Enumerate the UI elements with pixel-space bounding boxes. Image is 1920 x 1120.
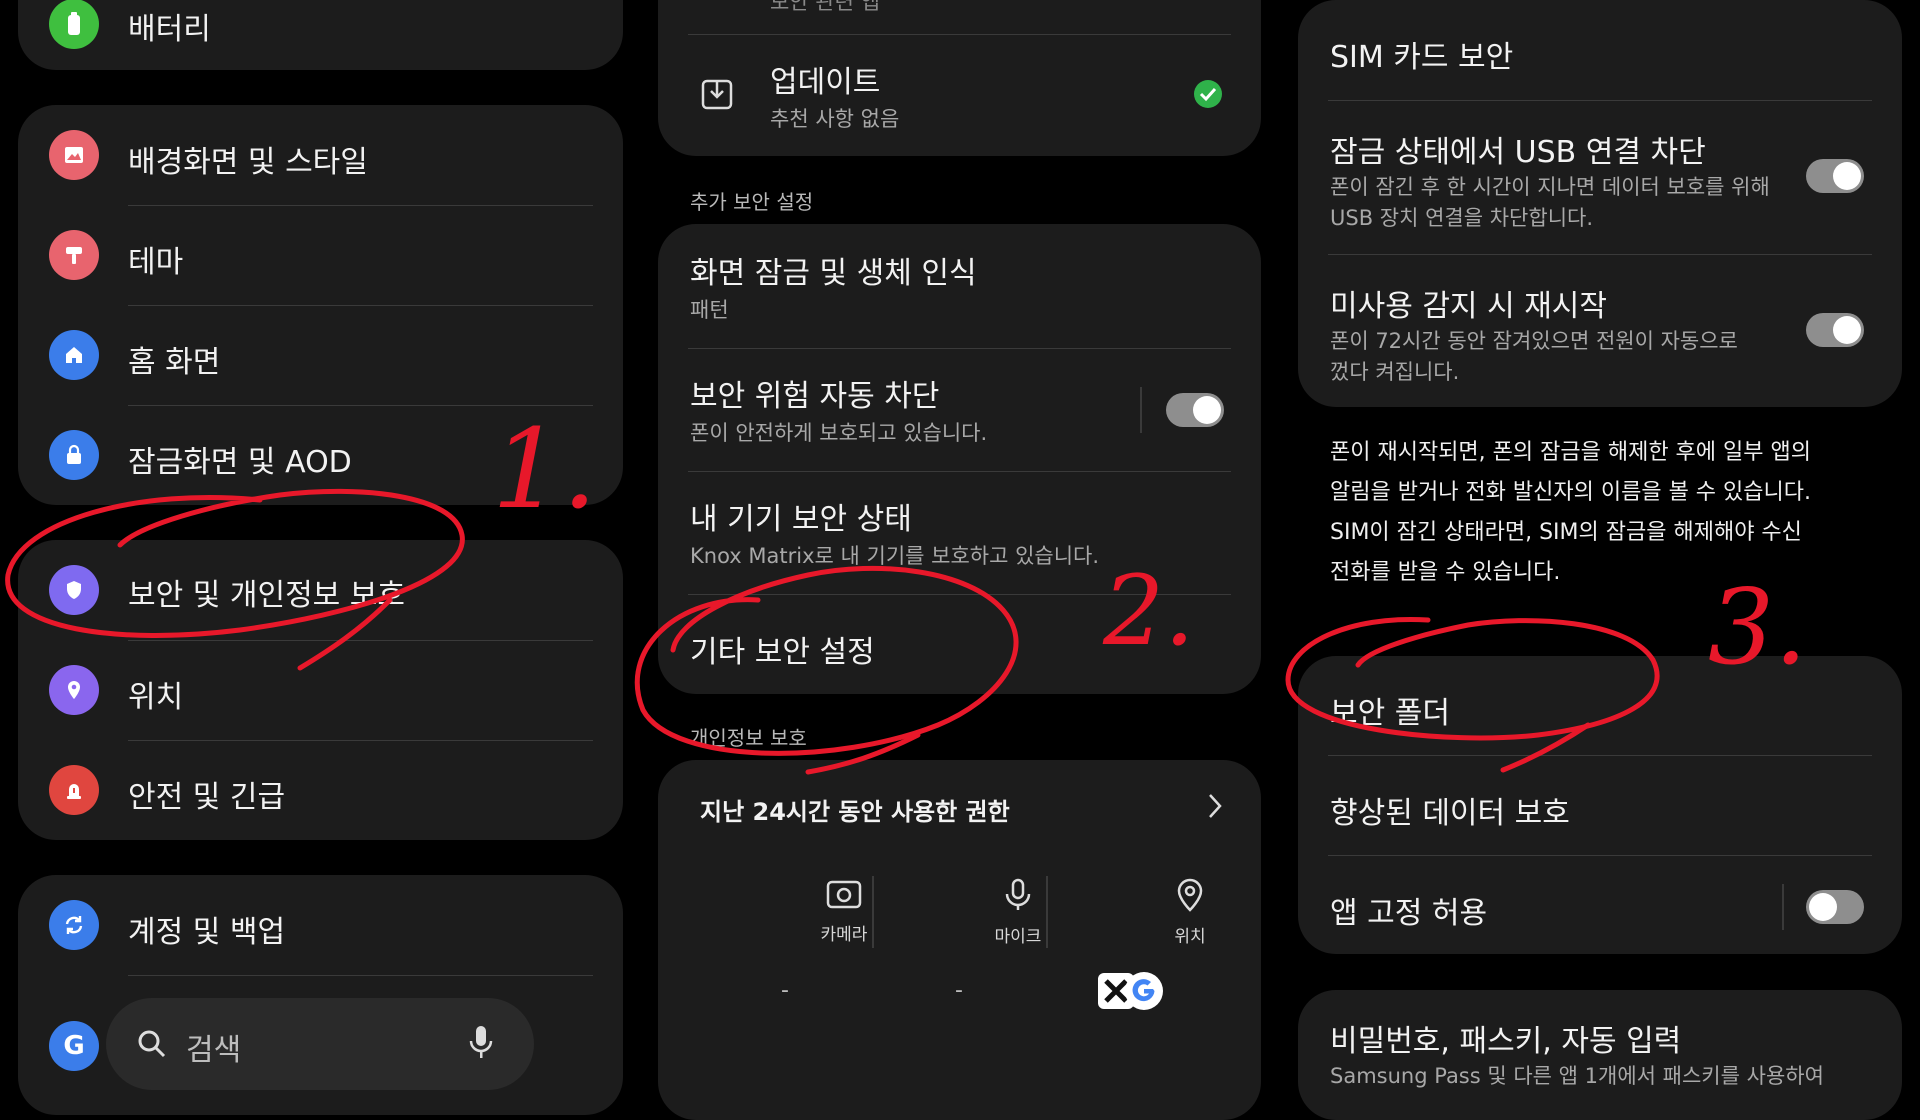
privacy-card: 지난 24시간 동안 사용한 권한 카메라 마이크 위치 - - — [658, 760, 1261, 1120]
settings-item-home-screen[interactable]: 홈 화면 — [18, 305, 623, 405]
passwords-autofill-item[interactable]: 비밀번호, 패스키, 자동 입력 Samsung Pass 및 다른 앱 1개에… — [1298, 990, 1902, 1120]
sim-card-security-item[interactable]: SIM 카드 보안 — [1298, 0, 1902, 100]
permission-microphone[interactable]: 마이크 — [958, 878, 1078, 947]
permission-camera[interactable]: 카메라 — [784, 878, 904, 945]
item-subtitle: USB 장치 연결을 차단합니다. — [1330, 206, 1594, 230]
note-line: 폰이 재시작되면, 폰의 잠금을 해제한 후에 일부 앱의 — [1330, 440, 1811, 465]
permission-location[interactable]: 위치 — [1130, 878, 1250, 947]
item-title: 잠금 상태에서 USB 연결 차단 — [1330, 135, 1706, 170]
security-top-card: 보안 관련 앱 업데이트 추천 사항 없음 — [658, 0, 1261, 156]
settings-item-wallpaper[interactable]: 배경화면 및 스타일 — [18, 105, 623, 205]
item-title: 향상된 데이터 보호 — [1330, 796, 1570, 831]
settings-item-label: 배경화면 및 스타일 — [128, 145, 368, 180]
note-line: 알림을 받거나 전화 발신자의 이름을 볼 수 있습니다. — [1330, 480, 1811, 505]
lock-icon — [49, 430, 99, 480]
settings-item-label: 홈 화면 — [128, 345, 221, 380]
item-subtitle: 껐다 켜집니다. — [1330, 360, 1460, 384]
camera-icon — [825, 880, 863, 914]
red-circle-annotation-2 — [634, 565, 1019, 775]
settings-item-label: 계정 및 백업 — [128, 915, 286, 950]
settings-item-accounts-backup[interactable]: 계정 및 백업 — [18, 875, 623, 975]
home-icon — [49, 330, 99, 380]
item-title: 내 기기 보안 상태 — [690, 502, 912, 537]
auto-blocker-item[interactable]: 보안 위험 자동 차단 폰이 안전하게 보호되고 있습니다. — [658, 349, 1261, 471]
camera-usage-value: - — [781, 978, 789, 1003]
section-title-additional: 추가 보안 설정 — [690, 190, 814, 214]
usb-block-toggle[interactable] — [1806, 159, 1864, 193]
item-title: 보안 위험 자동 차단 — [690, 379, 940, 414]
item-title: SIM 카드 보안 — [1330, 40, 1514, 75]
usb-block-item[interactable]: 잠금 상태에서 USB 연결 차단 폰이 잠긴 후 한 시간이 지나면 데이터 … — [1298, 101, 1902, 254]
red-circle-annotation-3 — [1285, 616, 1660, 773]
permission-label: 카메라 — [820, 925, 868, 945]
settings-item-theme[interactable]: 테마 — [18, 205, 623, 305]
annotation-2: 2. — [1103, 555, 1195, 667]
note-line: SIM이 잠긴 상태라면, SIM의 잠금을 해제해야 수신 — [1330, 520, 1802, 545]
middle-column: 보안 관련 앱 업데이트 추천 사항 없음 추가 보안 설정 화면 잠금 및 생… — [634, 0, 1261, 1120]
settings-group-battery: 배터리 — [18, 0, 623, 70]
check-icon — [1193, 79, 1223, 113]
microphone-usage-value: - — [955, 978, 963, 1003]
search-icon — [136, 1028, 168, 1064]
partial-item-subtitle: 보안 관련 앱 — [770, 0, 880, 14]
settings-item-safety[interactable]: 안전 및 긴급 — [18, 740, 623, 840]
item-title: 앱 고정 허용 — [1330, 896, 1488, 931]
update-subtitle: 추천 사항 없음 — [770, 107, 900, 131]
item-title: 화면 잠금 및 생체 인식 — [690, 256, 977, 291]
microphone-icon[interactable] — [468, 1024, 494, 1066]
update-title: 업데이트 — [770, 65, 881, 100]
sync-icon — [49, 900, 99, 950]
battery-icon — [49, 0, 99, 49]
item-subtitle: 폰이 잠긴 후 한 시간이 지나면 데이터 보호를 위해 — [1330, 175, 1770, 199]
theme-brush-icon — [49, 230, 99, 280]
annotation-1: 1. — [492, 405, 597, 533]
siren-icon — [49, 765, 99, 815]
google-icon[interactable]: G — [49, 1021, 99, 1071]
red-circle-annotation-1 — [5, 488, 465, 671]
sim-usb-card: SIM 카드 보안 잠금 상태에서 USB 연결 차단 폰이 잠긴 후 한 시간… — [1298, 0, 1902, 407]
item-subtitle: 폰이 72시간 동안 잠겨있으면 전원이 자동으로 — [1330, 329, 1738, 353]
settings-item-label: 테마 — [128, 245, 184, 280]
permission-label: 위치 — [1174, 927, 1206, 947]
app-pinning-toggle[interactable] — [1806, 890, 1864, 924]
microphone-icon — [1003, 878, 1033, 916]
right-column: SIM 카드 보안 잠금 상태에서 USB 연결 차단 폰이 잠긴 후 한 시간… — [1285, 0, 1902, 1120]
permissions-header-label: 지난 24시간 동안 사용한 권한 — [700, 798, 1010, 826]
item-subtitle: 폰이 안전하게 보호되고 있습니다. — [690, 421, 988, 445]
annotation-3: 3. — [1708, 566, 1808, 688]
permission-label: 마이크 — [994, 927, 1042, 947]
update-item[interactable]: 업데이트 추천 사항 없음 — [658, 35, 1261, 155]
app-pinning-item[interactable]: 앱 고정 허용 — [1298, 856, 1902, 954]
settings-item-battery[interactable]: 배터리 — [18, 0, 623, 70]
item-title: 비밀번호, 패스키, 자동 입력 — [1330, 1024, 1682, 1059]
wallpaper-icon — [49, 130, 99, 180]
google-app-icon — [1124, 971, 1164, 1015]
screen-lock-item[interactable]: 화면 잠금 및 생체 인식 패턴 — [658, 224, 1261, 348]
restart-unused-toggle[interactable] — [1806, 313, 1864, 347]
search-input[interactable]: 검색 — [186, 1025, 241, 1069]
location-pin-icon — [1175, 878, 1205, 916]
settings-item-label: 안전 및 긴급 — [128, 780, 286, 815]
restart-unused-item[interactable]: 미사용 감지 시 재시작 폰이 72시간 동안 잠겨있으면 전원이 자동으로 껐… — [1298, 255, 1902, 407]
download-icon — [700, 75, 734, 115]
item-subtitle: 패턴 — [690, 298, 729, 322]
passwords-card: 비밀번호, 패스키, 자동 입력 Samsung Pass 및 다른 앱 1개에… — [1298, 990, 1902, 1120]
item-subtitle: Samsung Pass 및 다른 앱 1개에서 패스키를 사용하여 — [1330, 1064, 1824, 1088]
chevron-right-icon — [1207, 792, 1223, 824]
settings-item-label: 배터리 — [128, 12, 211, 47]
search-bar[interactable]: 검색 — [106, 998, 534, 1090]
settings-item-label: 잠금화면 및 AOD — [128, 445, 352, 480]
item-title: 미사용 감지 시 재시작 — [1330, 289, 1608, 324]
auto-blocker-toggle[interactable] — [1166, 393, 1224, 427]
